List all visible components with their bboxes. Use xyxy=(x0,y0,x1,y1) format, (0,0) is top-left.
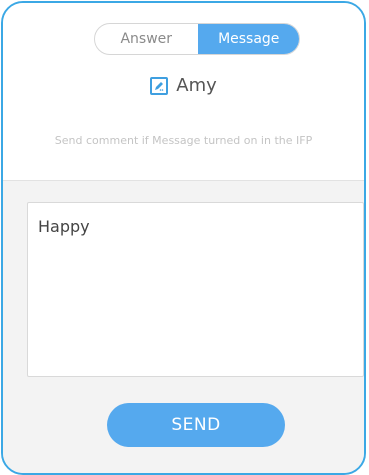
user-name: Amy xyxy=(176,75,217,96)
edit-icon[interactable] xyxy=(150,76,169,95)
header-section: Answer Message Amy Send comment if Messa… xyxy=(3,3,364,180)
message-input[interactable]: Happy xyxy=(27,202,364,377)
hint-text: Send comment if Message turned on in the… xyxy=(54,134,313,147)
message-section: Happy SEND xyxy=(3,180,364,473)
send-button[interactable]: SEND xyxy=(107,403,285,447)
comment-panel: Answer Message Amy Send comment if Messa… xyxy=(1,1,366,475)
answer-tab[interactable]: Answer xyxy=(95,24,198,54)
mode-toggle[interactable]: Answer Message xyxy=(94,23,300,55)
user-row: Amy xyxy=(3,75,364,96)
message-tab[interactable]: Message xyxy=(197,24,299,54)
